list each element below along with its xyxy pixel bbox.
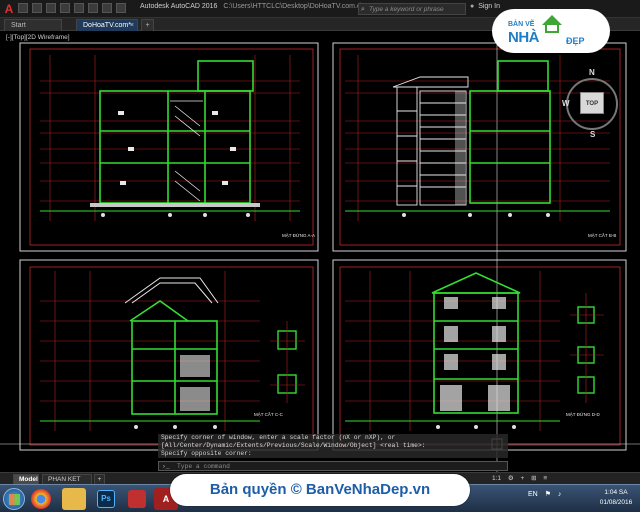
new-tab-button[interactable]: + xyxy=(141,19,154,31)
system-tray: EN ⚑ ♪ xyxy=(528,490,566,498)
annotation-scale[interactable]: 1:1 xyxy=(492,475,501,482)
watermark-logo: BẢN VẼ NHÀ ĐẸP xyxy=(492,9,610,53)
command-placeholder: Type a command xyxy=(177,463,230,470)
sheet-caption-b: MẶT CẮT B-B xyxy=(588,231,616,238)
copyright-banner: Bản quyền © BanVeNhaDep.vn xyxy=(170,474,470,506)
logo-line2: NHÀ xyxy=(508,29,540,46)
print-icon[interactable] xyxy=(74,3,84,13)
volume-icon[interactable]: ♪ xyxy=(558,491,562,498)
undo-icon[interactable] xyxy=(88,3,98,13)
section-a-a xyxy=(40,55,300,221)
search-input[interactable]: ⌕ Type a keyword or phrase xyxy=(358,3,466,15)
command-window: Specify corner of window, enter a scale … xyxy=(158,434,508,472)
command-history-line: Specify corner of window, enter a scale … xyxy=(158,434,508,442)
compass-west[interactable]: W xyxy=(562,99,570,108)
command-prompt-icon: ›_ xyxy=(162,463,170,470)
redo-icon[interactable] xyxy=(102,3,112,13)
sheet-caption-c: MẶT CẮT C-C xyxy=(254,410,284,417)
drawing-canvas[interactable]: [-][Top][2D Wireframe] MẶT ĐỨNG A-A MẶT … xyxy=(0,31,640,472)
language-indicator[interactable]: EN xyxy=(528,491,538,498)
photoshop-icon[interactable]: Ps xyxy=(97,490,115,508)
user-icon: ● xyxy=(470,3,475,10)
chrome-icon[interactable] xyxy=(31,489,51,509)
logo-line3: ĐẸP xyxy=(566,36,585,46)
plus-icon[interactable]: + xyxy=(521,475,525,482)
flag-icon[interactable]: ⚑ xyxy=(545,491,551,498)
start-button[interactable] xyxy=(3,488,25,510)
status-bar: 1:1 ⚙ + ⊞ ≡ xyxy=(492,474,552,482)
command-history-line: [All/Center/Dynamic/Extents/Previous/Sca… xyxy=(158,442,508,450)
tab-document-label: DoHoaTV.com* xyxy=(83,22,131,29)
save-icon[interactable] xyxy=(46,3,56,13)
clock-time: 1:04 SA xyxy=(604,489,628,496)
house-body-icon xyxy=(545,24,559,33)
compass-north[interactable]: N xyxy=(589,68,595,77)
logo-line1: BẢN VẼ xyxy=(508,21,535,28)
app-title: Autodesk AutoCAD 2016 xyxy=(140,3,218,10)
viewcube[interactable]: TOP N W S xyxy=(562,64,622,144)
sheet-caption-a: MẶT ĐỨNG A-A xyxy=(282,232,315,238)
file-path: C:\Users\HTTCLC\Desktop\DoHoaTV.com.dwg xyxy=(223,3,370,10)
search-icon: ⌕ xyxy=(361,6,365,13)
close-icon[interactable]: × xyxy=(130,21,134,31)
sheet-caption-d: MẶT ĐỨNG D-D xyxy=(566,411,601,417)
folder-icon[interactable] xyxy=(62,488,86,510)
clock[interactable]: 1:04 SA 01/08/2016 xyxy=(596,488,636,508)
section-d-d xyxy=(345,271,604,431)
new-icon[interactable] xyxy=(18,3,28,13)
sheet-frame xyxy=(19,42,319,252)
viewcube-top-face[interactable]: TOP xyxy=(580,92,604,114)
quick-access-toolbar xyxy=(18,3,136,15)
app-icon[interactable] xyxy=(128,490,146,508)
window-title: Autodesk AutoCAD 2016 C:\Users\HTTCLC\De… xyxy=(140,3,370,10)
command-input[interactable]: ›_ Type a command xyxy=(158,461,508,471)
compass-south[interactable]: S xyxy=(590,130,595,139)
windows-logo-icon xyxy=(9,494,20,505)
tab-document[interactable]: DoHoaTV.com* × xyxy=(76,19,138,31)
search-placeholder: Type a keyword or phrase xyxy=(369,6,444,13)
settings-icon[interactable]: ⚙ xyxy=(508,475,514,482)
share-icon[interactable] xyxy=(116,3,126,13)
autocad-logo-icon[interactable]: A xyxy=(2,2,16,16)
save-as-icon[interactable] xyxy=(60,3,70,13)
viewport-controls[interactable]: [-][Top][2D Wireframe] xyxy=(6,34,70,41)
cad-drawing: MẶT ĐỨNG A-A MẶT CẮT B-B MẶT CẮT C-C MẶT… xyxy=(0,31,640,472)
sign-in-button[interactable]: ● Sign In xyxy=(470,3,500,10)
tab-start[interactable]: Start xyxy=(4,19,62,31)
autocad-window: A Autodesk AutoCAD 2016 C:\Users\HTTCLC\… xyxy=(0,0,640,512)
section-c-c xyxy=(40,271,305,431)
clock-date: 01/08/2016 xyxy=(599,499,633,506)
command-history-line: Specify opposite corner: xyxy=(158,450,508,458)
customize-icon[interactable]: ≡ xyxy=(543,475,547,482)
workspace-icon[interactable]: ⊞ xyxy=(531,475,536,482)
sign-in-label: Sign In xyxy=(478,3,500,10)
open-icon[interactable] xyxy=(32,3,42,13)
